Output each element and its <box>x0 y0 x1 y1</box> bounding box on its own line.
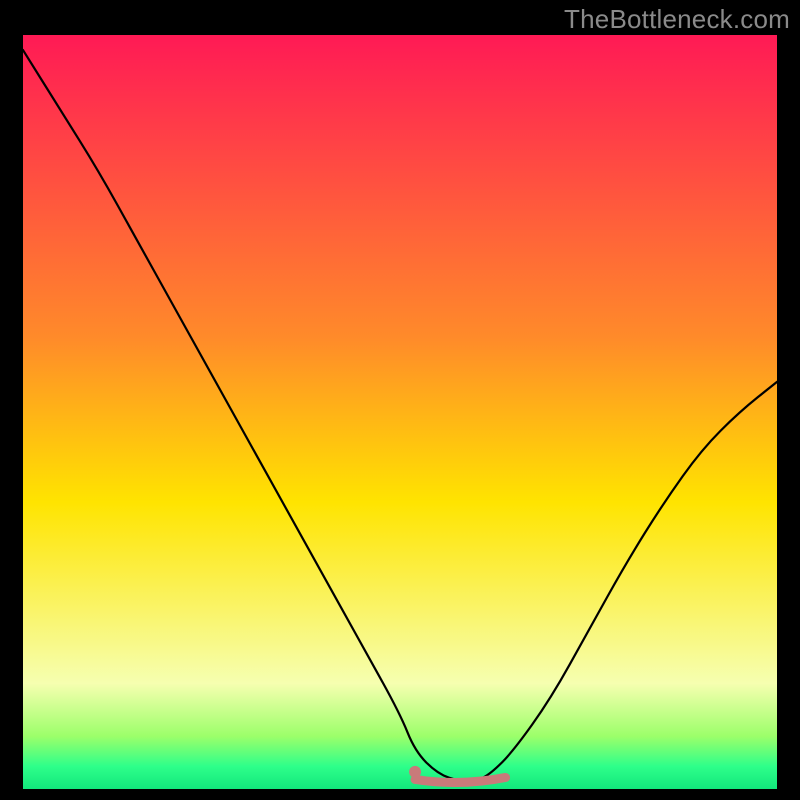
bottleneck-chart <box>0 0 800 800</box>
attribution-label: TheBottleneck.com <box>564 4 790 35</box>
chart-frame: TheBottleneck.com <box>0 0 800 800</box>
bottom-highlight <box>415 777 505 782</box>
bottom-dot <box>409 766 421 778</box>
gradient-background <box>23 35 777 789</box>
